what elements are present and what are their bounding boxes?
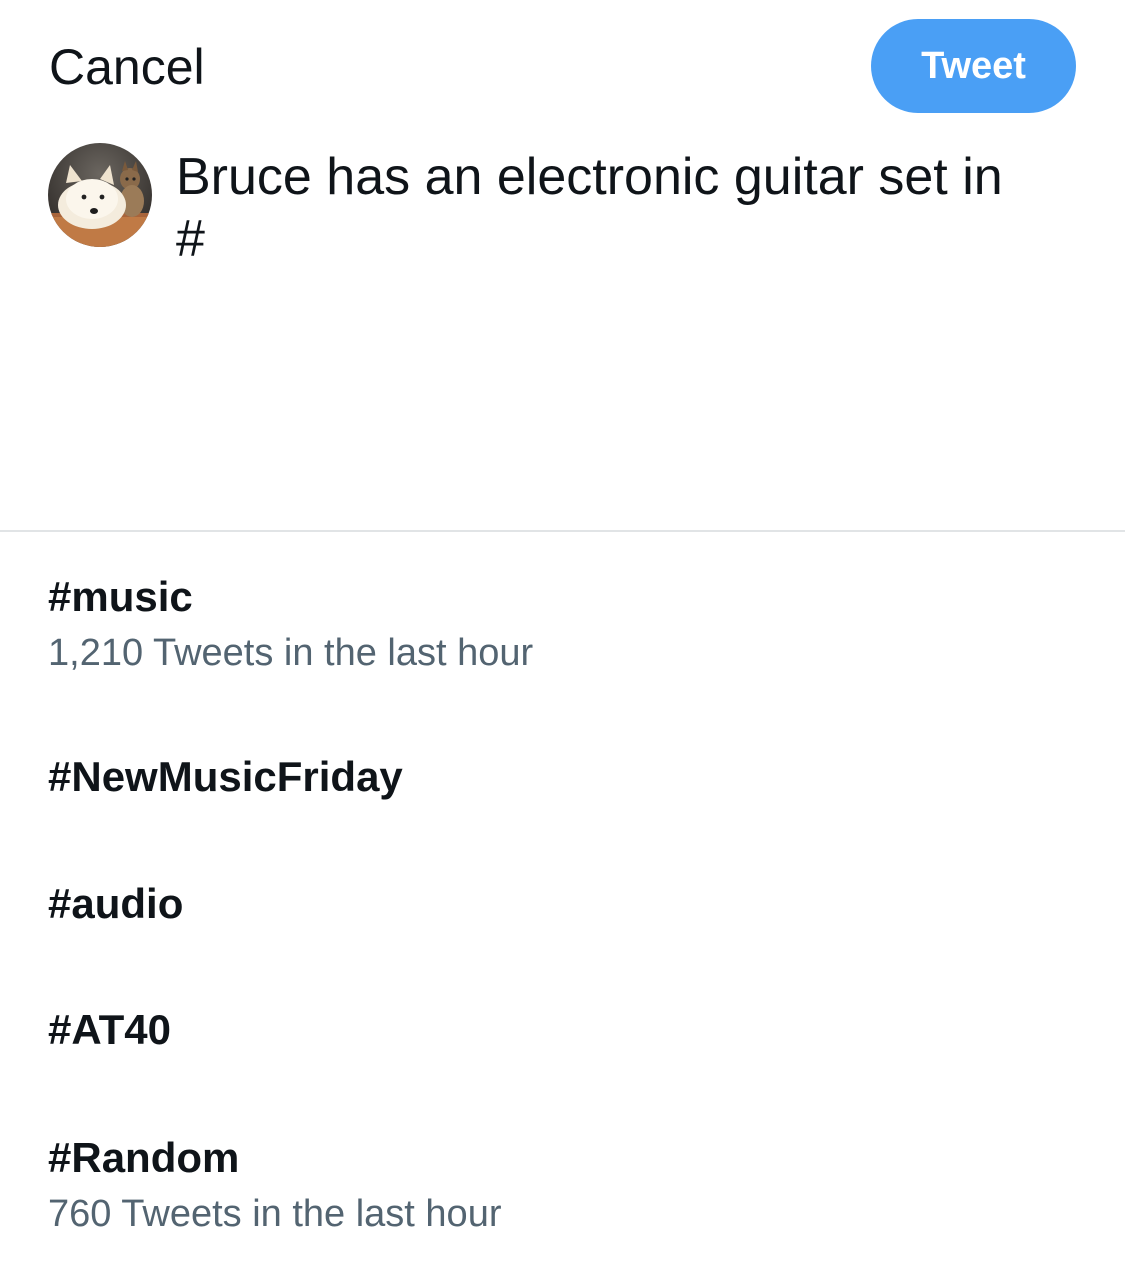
hashtag-tweet-count: 760 Tweets in the last hour	[48, 1193, 502, 1235]
tweet-button-label: Tweet	[921, 44, 1026, 87]
hashtag-label: #AT40	[48, 1006, 171, 1053]
hashtag-label: #audio	[48, 880, 184, 927]
hashtag-tweet-count: 1,210 Tweets in the last hour	[48, 632, 534, 674]
compose-tweet-screen: Cancel Tweet Bruce has an electronic gui…	[0, 0, 1125, 1283]
hashtag-label: #Random	[48, 1134, 240, 1181]
hashtag-label: #music	[48, 573, 193, 620]
hashtag-suggestion-random[interactable]: #Random 760 Tweets in the last hour	[48, 1132, 501, 1238]
cancel-button[interactable]: Cancel	[49, 36, 205, 98]
tweet-text-input[interactable]: Bruce has an electronic guitar set in #	[176, 146, 1076, 270]
hashtag-label: #NewMusicFriday	[48, 753, 403, 800]
hashtag-suggestion-at40[interactable]: #AT40	[48, 1004, 171, 1056]
hashtag-suggestion-newmusicfriday[interactable]: #NewMusicFriday	[48, 751, 403, 803]
divider	[0, 530, 1125, 532]
hashtag-suggestion-audio[interactable]: #audio	[48, 878, 183, 930]
hashtag-suggestion-music[interactable]: #music 1,210 Tweets in the last hour	[48, 571, 533, 677]
avatar-image	[48, 143, 152, 247]
avatar[interactable]	[48, 143, 152, 247]
tweet-button[interactable]: Tweet	[871, 19, 1076, 113]
